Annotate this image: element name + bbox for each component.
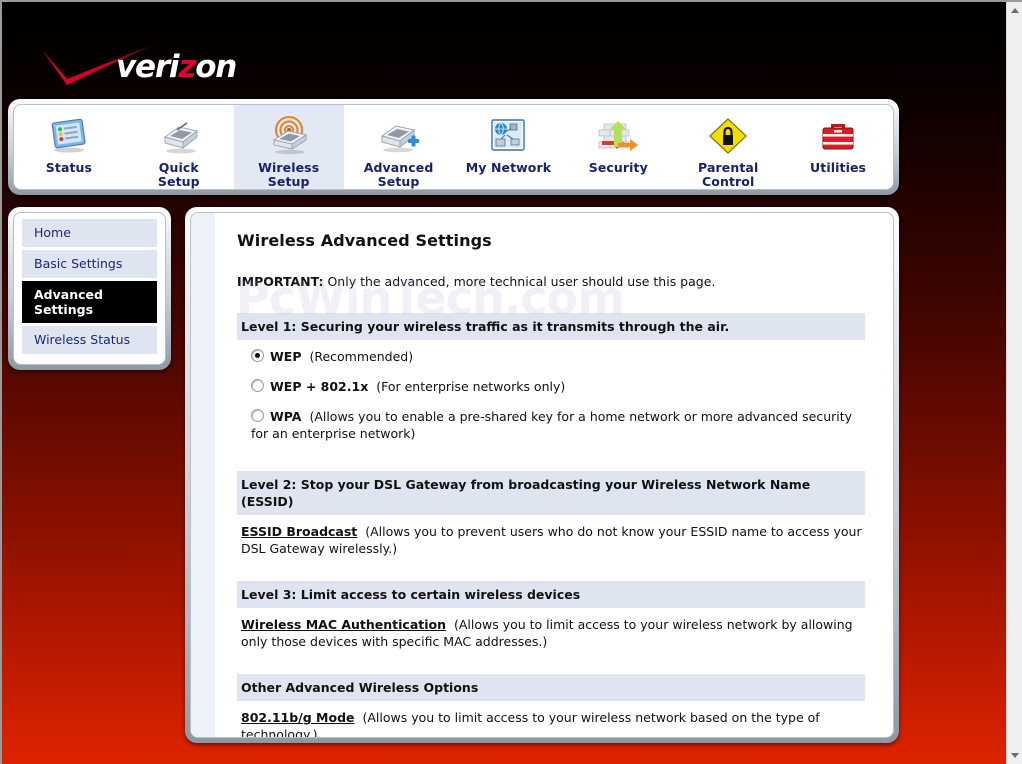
router-icon xyxy=(156,115,202,157)
logo-text-veri: veri xyxy=(116,49,180,85)
nav-item-advanced-setup[interactable]: Advanced Setup xyxy=(344,105,454,189)
nav-label-my-network: My Network xyxy=(465,160,552,175)
scroll-up-arrow-icon xyxy=(1010,8,1019,13)
content-panel-inner: PcWinTech.com Wireless Advanced Settings… xyxy=(190,212,894,738)
spacer-after-level1 xyxy=(237,455,865,471)
header-band: verizon xyxy=(2,2,1008,95)
radio-note-wpa: (Allows you to enable a pre-shared key f… xyxy=(251,409,853,441)
firewall-icon xyxy=(595,115,641,157)
radio-label-wep: WEP xyxy=(270,349,302,364)
router-plus-icon xyxy=(376,115,422,157)
nav-item-wireless-setup[interactable]: Wireless Setup xyxy=(233,105,344,189)
page-title: Wireless Advanced Settings xyxy=(237,231,492,250)
level2-heading: Level 2: Stop your DSL Gateway from broa… xyxy=(237,471,865,515)
sidebar-menu: Home Basic Settings Advanced Settings Wir… xyxy=(8,207,171,370)
content-body: PcWinTech.com Wireless Advanced Settings… xyxy=(191,213,893,737)
link-essid-broadcast[interactable]: ESSID Broadcast xyxy=(241,524,357,539)
level3-heading: Level 3: Limit access to certain wireles… xyxy=(237,581,865,608)
radio-note-wep-8021x: (For enterprise networks only) xyxy=(376,379,566,394)
nav-label-utilities: Utilities xyxy=(810,160,867,175)
radio-label-wpa: WPA xyxy=(270,409,302,424)
nav-label-parental-control: Parental Control xyxy=(698,160,759,189)
verizon-logo[interactable]: verizon xyxy=(40,45,237,89)
sidebar-item-advanced-settings-label: Advanced Settings xyxy=(22,281,157,323)
nav-label-status: Status xyxy=(45,160,93,175)
radio-label-wep-8021x: WEP + 802.1x xyxy=(270,379,369,394)
important-label: IMPORTANT: xyxy=(237,274,324,289)
wireless-router-icon xyxy=(266,115,312,157)
nav-item-my-network[interactable]: My Network xyxy=(454,105,564,189)
padlock-diamond-icon xyxy=(705,115,751,157)
verizon-wordmark: verizon xyxy=(116,49,237,85)
radio-row-wep[interactable]: WEP (Recommended) xyxy=(237,348,865,365)
nav-label-wireless-setup: Wireless Setup xyxy=(258,160,320,189)
status-monitor-icon xyxy=(46,115,92,157)
main-navigation-bar: Status Quick Setup Wireless Setup Advanc… xyxy=(8,99,899,195)
nav-item-utilities[interactable]: Utilities xyxy=(783,105,893,189)
logo-text-on: on xyxy=(195,49,237,85)
nav-label-quick-setup: Quick Setup xyxy=(157,160,200,189)
other-options-heading: Other Advanced Wireless Options xyxy=(237,674,865,701)
scroll-down-button[interactable] xyxy=(1007,747,1022,764)
content-panel: PcWinTech.com Wireless Advanced Settings… xyxy=(185,207,899,743)
option-row-wireless-mac-auth: Wireless MAC Authentication (Allows you … xyxy=(237,616,865,650)
radio-wep-8021x[interactable] xyxy=(251,379,264,392)
nav-label-advanced-setup: Advanced Setup xyxy=(363,160,434,189)
option-row-80211bg-mode: 802.11b/g Mode (Allows you to limit acce… xyxy=(237,709,865,737)
important-text: Only the advanced, more technical user s… xyxy=(323,274,716,289)
radio-row-wep-8021x[interactable]: WEP + 802.1x (For enterprise networks on… xyxy=(237,378,865,395)
spacer-after-level3 xyxy=(237,658,865,674)
level1-heading: Level 1: Securing your wireless traffic … xyxy=(237,313,865,340)
browser-page: verizon Status Quick Setup Wireless Setu… xyxy=(0,0,1022,764)
nav-item-quick-setup[interactable]: Quick Setup xyxy=(124,105,234,189)
spacer-after-level2 xyxy=(237,565,865,581)
scroll-up-button[interactable] xyxy=(1007,2,1022,19)
content-left-rail xyxy=(191,213,216,737)
radio-wpa[interactable] xyxy=(251,409,264,422)
sidebar-item-advanced-settings[interactable]: Advanced Settings xyxy=(22,281,157,323)
network-globe-icon xyxy=(485,115,531,157)
sidebar-item-wireless-status[interactable]: Wireless Status xyxy=(22,326,157,354)
toolbox-icon xyxy=(815,115,861,157)
link-80211bg-mode[interactable]: 802.11b/g Mode xyxy=(241,710,355,725)
scroll-down-arrow-icon xyxy=(1010,753,1019,758)
nav-item-status[interactable]: Status xyxy=(14,105,124,189)
sidebar-menu-inner: Home Basic Settings Advanced Settings Wir… xyxy=(13,212,166,365)
nav-label-security: Security xyxy=(588,160,648,175)
radio-note-wep: (Recommended) xyxy=(309,349,414,364)
important-notice: IMPORTANT: Only the advanced, more techn… xyxy=(237,274,865,289)
nav-item-security[interactable]: Security xyxy=(563,105,673,189)
radio-row-wpa[interactable]: WPA (Allows you to enable a pre-shared k… xyxy=(237,408,865,442)
page-viewport: verizon Status Quick Setup Wireless Setu… xyxy=(2,2,1008,764)
nav-item-parental-control[interactable]: Parental Control xyxy=(673,105,783,189)
sidebar-item-home[interactable]: Home xyxy=(22,219,157,247)
main-navigation-inner: Status Quick Setup Wireless Setup Advanc… xyxy=(13,104,894,190)
radio-wep[interactable] xyxy=(251,349,264,362)
logo-text-z: z xyxy=(178,49,196,85)
vertical-scrollbar[interactable] xyxy=(1006,2,1022,764)
link-wireless-mac-authentication[interactable]: Wireless MAC Authentication xyxy=(241,617,446,632)
sidebar-item-basic-settings[interactable]: Basic Settings xyxy=(22,250,157,278)
option-row-essid-broadcast: ESSID Broadcast (Allows you to prevent u… xyxy=(237,523,865,557)
